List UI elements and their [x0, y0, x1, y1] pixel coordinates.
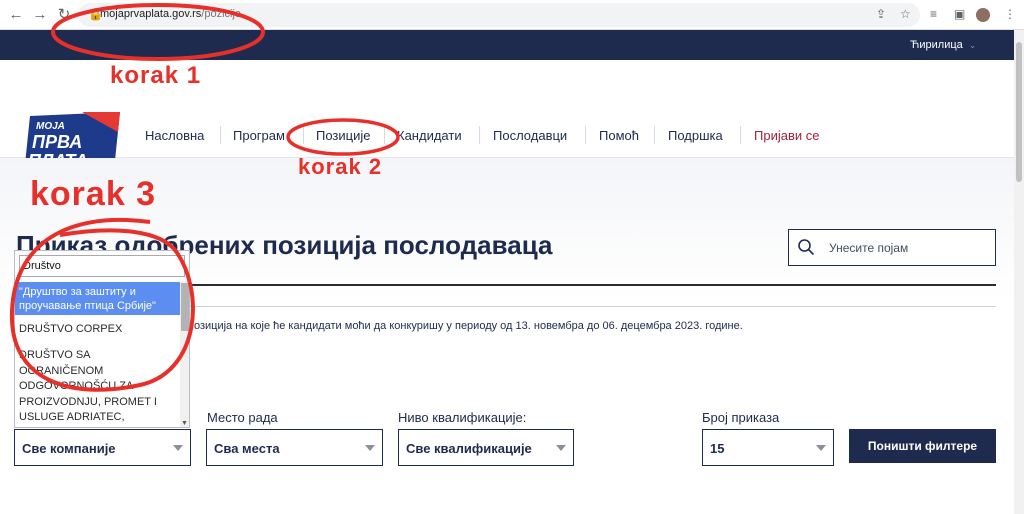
location-label: Место рада: [207, 410, 278, 425]
reset-filters-button[interactable]: Поништи филтере: [849, 429, 996, 463]
nav-item-login[interactable]: Пријави се: [754, 128, 819, 143]
company-dropdown-panel: "Друштво за заштиту и проучавање птица С…: [14, 250, 190, 428]
nav-item-home[interactable]: Насловна: [145, 128, 204, 143]
annotation-step-1: korak 1: [110, 62, 202, 89]
company-select[interactable]: Све компаније: [14, 429, 191, 466]
nav-item-program[interactable]: Програм: [233, 128, 285, 143]
nav-item-positions[interactable]: Позиције: [316, 128, 370, 143]
url-text[interactable]: mojaprvaplata.gov.rs/pozicije: [100, 8, 241, 20]
annotation-step-3: korak 3: [30, 175, 157, 213]
nav-divider: [220, 126, 221, 144]
side-panel-icon[interactable]: ▣: [954, 7, 965, 21]
reading-list-icon[interactable]: ≡: [930, 7, 937, 21]
nav-divider: [479, 126, 480, 144]
nav-divider: [303, 126, 304, 144]
nav-divider: [585, 126, 586, 144]
bookmark-star-icon[interactable]: ☆: [900, 7, 911, 21]
profile-avatar-icon[interactable]: [976, 8, 990, 22]
nav-item-help[interactable]: Помоћ: [599, 128, 639, 143]
search-input[interactable]: [829, 240, 989, 256]
language-switcher[interactable]: Ћирилица ⌄: [910, 39, 976, 51]
dropdown-option[interactable]: DRUŠTVO CORPEX: [15, 322, 180, 336]
url-domain: mojaprvaplata.gov.rs: [100, 8, 202, 20]
share-icon[interactable]: ⇪: [876, 7, 886, 21]
location-select-value: Сва места: [214, 441, 280, 456]
logo-line-2: ПРВА: [32, 132, 82, 152]
back-arrow-icon[interactable]: ←: [6, 5, 26, 25]
page-scrollbar[interactable]: [1014, 30, 1024, 514]
nav-item-support[interactable]: Подршка: [668, 128, 723, 143]
display-count-label: Број приказа: [702, 410, 780, 425]
page-description: позиција на које ће кандидати моћи да ко…: [188, 320, 743, 332]
browser-toolbar: ← → ↻ 🔒 mojaprvaplata.gov.rs/pozicije ⇪ …: [0, 0, 1024, 30]
qualification-select[interactable]: Све квалификације: [398, 429, 574, 466]
nav-divider: [384, 126, 385, 144]
qualification-select-value: Све квалификације: [406, 441, 532, 456]
scrollbar-thumb[interactable]: [1016, 42, 1022, 182]
nav-divider: [654, 126, 655, 144]
site-topbar: Ћирилица ⌄: [0, 30, 1014, 60]
nav-divider: [740, 126, 741, 144]
chevron-down-icon: [173, 445, 183, 451]
chevron-down-icon: ⌄: [968, 40, 977, 50]
nav-item-candidates[interactable]: Кандидати: [397, 128, 462, 143]
dropdown-option[interactable]: "Друштво за заштиту и проучавање птица С…: [15, 282, 180, 315]
scroll-down-arrow-icon[interactable]: ▼: [181, 420, 188, 427]
reload-icon[interactable]: ↻: [54, 5, 74, 25]
nav-item-employers[interactable]: Послодавци: [493, 128, 567, 143]
forward-arrow-icon[interactable]: →: [30, 5, 50, 25]
chevron-down-icon: [365, 445, 375, 451]
company-search-input[interactable]: [19, 255, 185, 277]
search-icon: [798, 239, 815, 256]
dropdown-scrollbar[interactable]: ▼: [180, 281, 189, 427]
display-count-select[interactable]: 15: [702, 429, 834, 466]
chevron-down-icon: [816, 445, 826, 451]
logo-line-1: МОЈА: [36, 121, 65, 132]
chevron-down-icon: [556, 445, 566, 451]
company-select-value: Све компаније: [22, 441, 116, 456]
display-count-value: 15: [710, 441, 725, 456]
language-label: Ћирилица: [910, 39, 963, 51]
location-select[interactable]: Сва места: [206, 429, 383, 466]
annotation-step-2: korak 2: [298, 154, 383, 179]
dropdown-option[interactable]: DRUŠTVO SA OGRANIČENOM ODGOVORNOŠĆU ZA P…: [15, 348, 180, 426]
more-menu-icon[interactable]: ⋮: [1004, 7, 1016, 21]
url-path: /pozicije: [201, 8, 242, 20]
qualification-label: Ниво квалификације:: [398, 410, 527, 425]
dropdown-scrollbar-thumb[interactable]: [181, 283, 189, 331]
